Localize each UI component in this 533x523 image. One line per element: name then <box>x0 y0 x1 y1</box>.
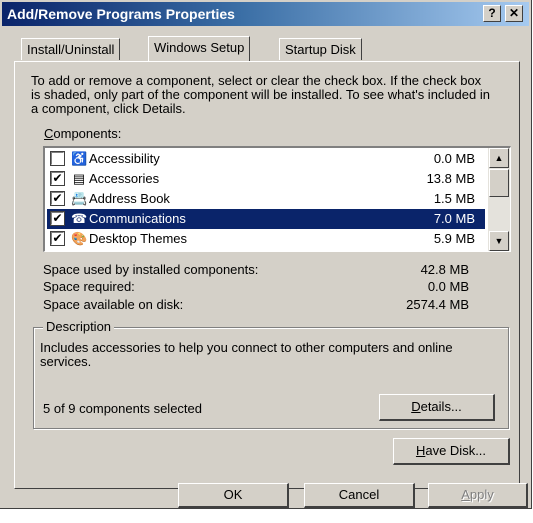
have-disk-button[interactable]: Have Disk... <box>393 438 510 465</box>
space-required-value: 0.0 MB <box>427 279 469 294</box>
scroll-down-button[interactable]: ▼ <box>489 231 509 251</box>
details-button[interactable]: Details... <box>379 394 495 421</box>
component-size: 1.5 MB <box>433 191 475 206</box>
component-name: Address Book <box>89 191 170 206</box>
component-size: 0.0 MB <box>433 151 475 166</box>
desktop-themes-icon: 🎨 <box>71 231 88 246</box>
component-row[interactable]: ✔ ☎ Communications 7.0 MB <box>47 209 485 229</box>
selected-count: 5 of 9 components selected <box>43 401 202 416</box>
cancel-button[interactable]: Cancel <box>304 483 415 508</box>
component-size: 7.0 MB <box>433 211 475 226</box>
description-title: Description <box>43 319 115 334</box>
list-scrollbar[interactable]: ▲ ▼ <box>488 148 510 251</box>
component-checkbox[interactable]: ✔ <box>50 191 65 206</box>
address-book-icon: 📇 <box>71 191 88 206</box>
window-title: Add/Remove Programs Properties <box>7 6 235 22</box>
components-list[interactable]: ♿ Accessibility 0.0 MB ✔ ▤ Accessories 13.8 MB… <box>43 146 511 252</box>
component-name: Desktop Themes <box>89 231 188 246</box>
space-used-value: 42.8 MB <box>420 262 469 277</box>
space-available-label: Space available on disk: <box>43 297 184 312</box>
apply-button[interactable]: Apply <box>428 483 528 508</box>
wheelchair-icon: ♿ <box>71 151 88 166</box>
component-checkbox[interactable]: ✔ <box>50 211 65 226</box>
component-name: Communications <box>89 211 186 226</box>
component-size: 5.9 MB <box>433 231 475 246</box>
space-available-value: 2574.4 MB <box>406 297 469 312</box>
accessories-icon: ▤ <box>72 171 86 186</box>
component-row[interactable]: ✔ 🎨 Desktop Themes 5.9 MB <box>47 229 485 249</box>
component-name: Accessories <box>89 171 160 186</box>
component-row[interactable]: ✔ 📇 Address Book 1.5 MB <box>47 189 485 209</box>
component-size: 13.8 MB <box>426 171 475 186</box>
component-checkbox[interactable]: ✔ <box>50 231 65 246</box>
component-row[interactable]: ✔ ▤ Accessories 13.8 MB <box>47 169 485 189</box>
space-used-label: Space used by installed components: <box>43 262 259 277</box>
title-bar[interactable]: Add/Remove Programs Properties ? ✕ <box>2 2 529 26</box>
component-checkbox[interactable] <box>50 151 65 166</box>
component-row[interactable]: ♿ Accessibility 0.0 MB <box>47 149 485 169</box>
close-button[interactable]: ✕ <box>505 5 523 22</box>
properties-dialog: Add/Remove Programs Properties ? ✕ Insta… <box>0 0 532 509</box>
description-text: Includes accessories to help you connect… <box>40 340 453 369</box>
scroll-up-button[interactable]: ▲ <box>489 148 509 168</box>
component-checkbox[interactable]: ✔ <box>50 171 65 186</box>
tab-startup-disk[interactable]: Startup Disk <box>279 38 362 60</box>
component-name: Accessibility <box>89 151 160 166</box>
ok-button[interactable]: OK <box>178 483 289 508</box>
components-label: Components: <box>44 126 122 141</box>
scroll-thumb[interactable] <box>489 169 509 197</box>
tab-windows-setup[interactable]: Windows Setup <box>148 36 251 61</box>
help-button[interactable]: ? <box>483 5 501 22</box>
space-required-label: Space required: <box>43 279 135 294</box>
instructions-text: To add or remove a component, select or … <box>31 73 490 116</box>
phone-icon: ☎ <box>71 211 88 226</box>
tab-install-uninstall[interactable]: Install/Uninstall <box>21 38 121 60</box>
